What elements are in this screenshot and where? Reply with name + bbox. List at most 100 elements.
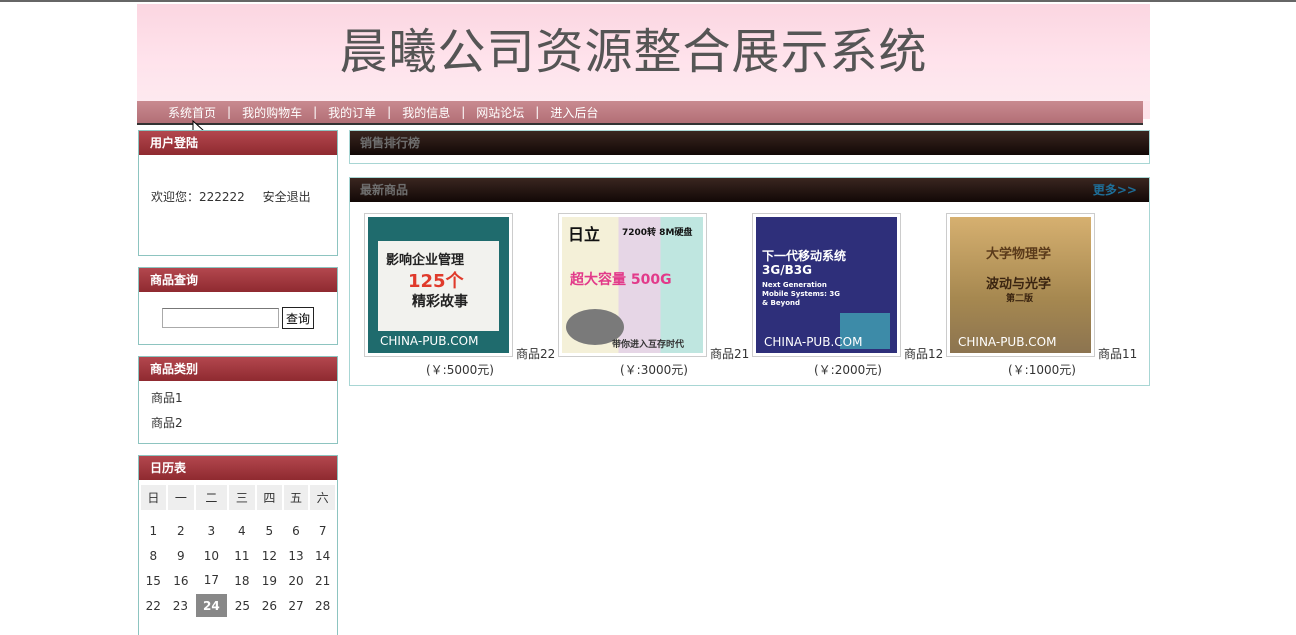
product-price: (￥:1000元) [1008,363,1076,377]
calendar-day[interactable]: 4 [228,518,256,543]
product-card: 日立 7200转 8M硬盘 超大容量 500G 带你进入互存时代 商品21 (￥… [558,213,752,383]
calendar-day[interactable]: 15 [140,568,167,593]
calendar-day[interactable]: 21 [309,568,336,593]
book-cover: 大学物理学 波动与光学 第二版 CHINA-PUB.COM [950,217,1091,353]
login-box: 用户登陆 欢迎您：222222 安全退出 [138,130,338,256]
search-box-title: 商品查询 [139,268,337,292]
main-nav: 系统首页 | 我的购物车 | 我的订单 | 我的信息 | 网站论坛 | 进入后台 [137,101,1143,125]
more-link[interactable]: 更多>> [1093,178,1137,202]
latest-products-title: 最新商品 [360,183,409,197]
product-card: 下一代移动系统 3G/B3G Next Generation Mobile Sy… [752,213,946,383]
banner-edge [1143,101,1150,119]
nav-separator: | [461,105,466,119]
cover-text: 超大容量 500G [570,272,672,288]
calendar-day[interactable]: 23 [167,593,195,618]
product-name[interactable]: 商品21 [710,345,749,362]
login-body: 欢迎您：222222 安全退出 [139,155,337,255]
product-name[interactable]: 商品22 [516,345,555,362]
nav-separator: | [535,105,540,119]
category-box: 商品类别 商品1 商品2 [138,356,338,444]
calendar-day[interactable]: 25 [228,593,256,618]
calendar-week: 22 23 24 25 26 27 28 [140,592,336,619]
product-image[interactable]: 影响企业管理 125个 精彩故事 CHINA-PUB.COM [364,213,513,357]
calendar-day[interactable]: 13 [283,543,310,568]
calendar-box: 日历表 日 一 二 三 四 五 六 1 2 3 4 5 6 7 8 9 10 1… [138,455,338,635]
book-cover: 下一代移动系统 3G/B3G Next Generation Mobile Sy… [756,217,897,353]
welcome-text: 欢迎您：222222 [151,190,245,204]
cover-text: CHINA-PUB.COM [380,334,479,348]
calendar-day-today[interactable]: 24 [194,592,229,619]
calendar-day[interactable]: 3 [195,518,228,543]
weekday-label: 一 [165,485,197,510]
book-cover: 影响企业管理 125个 精彩故事 CHINA-PUB.COM [368,217,509,353]
calendar-day[interactable]: 16 [167,568,195,593]
product-name[interactable]: 商品12 [904,345,943,362]
calendar-day[interactable]: 1 [140,518,167,543]
calendar-day[interactable]: 12 [256,543,283,568]
calendar-day[interactable]: 19 [256,568,283,593]
cover-text: 日立 [568,225,601,244]
calendar-week: 1 2 3 4 5 6 7 [140,518,336,543]
cover-text: 精彩故事 [412,294,468,310]
category-item[interactable]: 商品1 [151,389,337,414]
search-body: 查询 [139,292,337,344]
search-box: 商品查询 查询 [138,267,338,345]
weekday-label: 三 [226,485,258,510]
calendar-day[interactable]: 5 [256,518,283,543]
logout-link[interactable]: 安全退出 [263,190,311,204]
cover-text: 带你进入互存时代 [612,340,685,350]
product-price: (￥:3000元) [620,363,688,377]
calendar-week: 15 16 17 18 19 20 21 [140,568,336,593]
calendar-day[interactable]: 2 [167,518,195,543]
calendar-day[interactable]: 20 [283,568,310,593]
cover-text: 波动与光学 [986,277,1052,292]
nav-admin[interactable]: 进入后台 [550,104,598,121]
weekday-label: 日 [139,485,168,510]
product-price: (￥:2000元) [814,363,882,377]
product-price: (￥:5000元) [426,363,494,377]
search-button[interactable]: 查询 [282,307,315,329]
product-image[interactable]: 大学物理学 波动与光学 第二版 CHINA-PUB.COM [946,213,1095,357]
calendar-weekday-row: 日 一 二 三 四 五 六 [139,485,337,510]
calendar-day[interactable]: 7 [309,518,336,543]
calendar-table: 日 一 二 三 四 五 六 1 2 3 4 5 6 7 8 9 10 11 12… [139,485,337,619]
product-name[interactable]: 商品11 [1098,345,1137,362]
cover-text: 125个 [408,271,464,292]
calendar-day[interactable]: 14 [309,543,336,568]
search-input[interactable] [162,308,279,328]
nav-home[interactable]: 系统首页 [168,104,216,121]
calendar-day[interactable]: 27 [283,593,310,618]
site-title: 晨曦公司资源整合展示系统 [339,24,928,80]
nav-my-info[interactable]: 我的信息 [402,104,450,121]
calendar-day[interactable]: 28 [309,593,336,618]
calendar-day[interactable]: 26 [256,593,283,618]
weekday-label: 四 [255,485,284,510]
product-image[interactable]: 下一代移动系统 3G/B3G Next Generation Mobile Sy… [752,213,901,357]
cover-text: 大学物理学 [986,247,1052,262]
cover-text: 影响企业管理 [386,253,465,268]
category-item[interactable]: 商品2 [151,414,337,439]
latest-products-header: 最新商品 更多>> [350,178,1149,202]
weekday-label: 六 [308,485,337,510]
nav-forum[interactable]: 网站论坛 [476,104,524,121]
calendar-day[interactable]: 6 [283,518,310,543]
weekday-label: 五 [281,485,311,510]
category-box-title: 商品类别 [139,357,337,381]
cover-text: 7200转 8M硬盘 [622,228,693,238]
calendar-week: 8 9 10 11 12 13 14 [140,543,336,568]
calendar-day[interactable]: 10 [195,543,228,568]
cover-text: CHINA-PUB.COM [764,335,863,349]
nav-cart[interactable]: 我的购物车 [242,104,302,121]
ranking-title: 销售排行榜 [350,131,1149,155]
calendar-day[interactable]: 11 [228,543,256,568]
calendar-day[interactable]: 17 [195,568,228,593]
ranking-panel: 销售排行榜 [349,130,1150,164]
calendar-day[interactable]: 18 [228,568,256,593]
latest-products-panel: 最新商品 更多>> 影响企业管理 125个 精彩故事 CHINA-PUB.COM… [349,177,1150,386]
site-banner: 晨曦公司资源整合展示系统 [137,4,1150,101]
calendar-day[interactable]: 8 [140,543,167,568]
product-image[interactable]: 日立 7200转 8M硬盘 超大容量 500G 带你进入互存时代 [558,213,707,357]
calendar-day[interactable]: 22 [140,593,167,618]
nav-orders[interactable]: 我的订单 [328,104,376,121]
calendar-day[interactable]: 9 [167,543,195,568]
